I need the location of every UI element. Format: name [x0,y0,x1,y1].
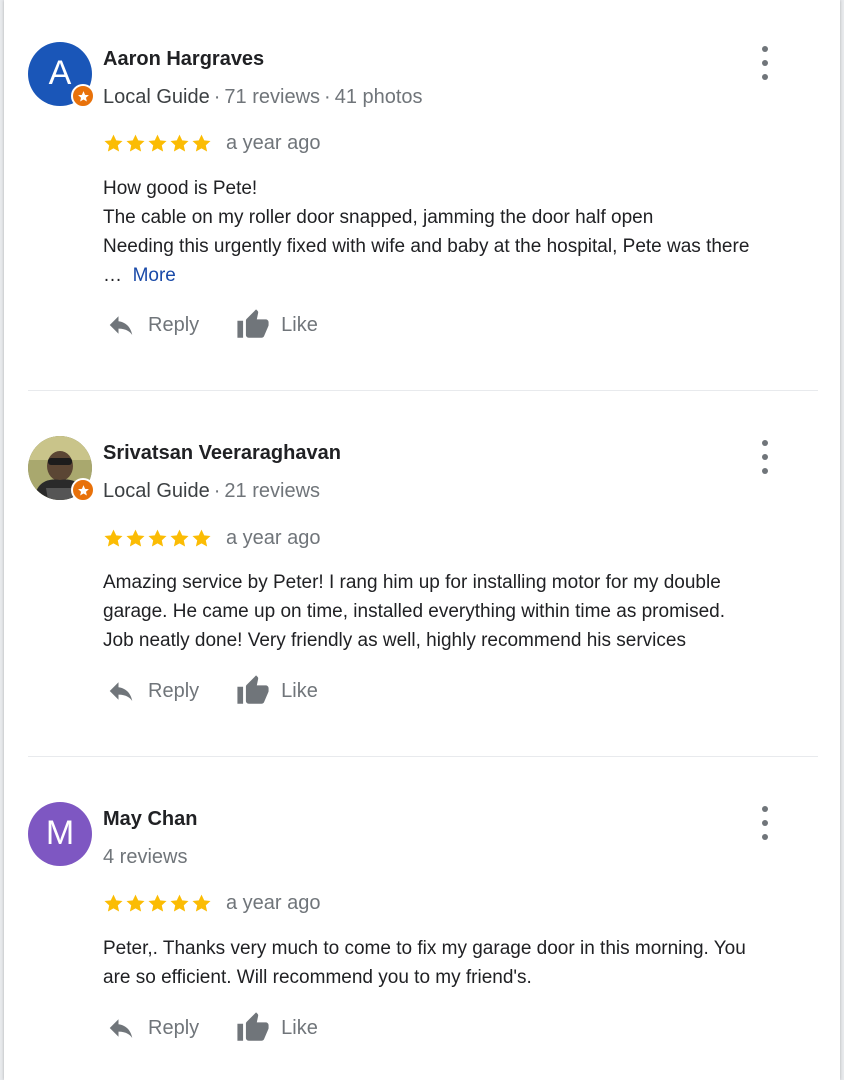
like-button[interactable]: Like [235,674,318,708]
reviews-count: 71 reviews [224,86,321,108]
reviewer-name[interactable]: Srivatsan Veeraraghavan [103,442,341,465]
reviews-panel: A Aaron Hargraves Local Guide · 71 reviews… [4,0,840,1080]
review-line: Amazing service by Peter! I rang him up … [103,572,721,593]
reply-label: Reply [148,679,200,702]
review-line: Job neatly done! Very friendly as well, … [103,630,686,651]
star-rating [103,133,212,154]
star-icon [104,894,123,912]
divider [28,756,818,757]
more-vert-icon[interactable] [754,46,776,80]
review-line: are so efficient. Will recommend you to … [103,967,532,988]
star-icon [148,134,167,152]
star-icon [170,529,189,547]
reply-button[interactable]: Reply [104,1013,199,1043]
review-line: How good is Pete! [103,178,258,199]
local-guide-badge-icon [71,84,95,108]
reviewer-name[interactable]: Aaron Hargraves [103,48,264,71]
review-line: Needing this urgently fixed with wife an… [103,236,750,257]
reply-button[interactable]: Reply [104,310,199,340]
thumb-up-icon [237,675,269,704]
reviews-count: 4 reviews [103,846,188,868]
rating-row: a year ago [103,525,321,551]
star-icon [126,134,145,152]
reviewer-meta: Local Guide · 21 reviews [103,480,321,502]
like-button[interactable]: Like [235,1011,318,1045]
star-rating [103,893,212,914]
review-time: a year ago [226,526,321,549]
star-icon [104,529,123,547]
review-text: Amazing service by Peter! I rang him up … [103,568,819,655]
reviewer-name[interactable]: May Chan [103,808,197,831]
avatar-letter: M [45,813,75,852]
star-icon [126,894,145,912]
reply-label: Reply [148,1016,200,1039]
review-line: The cable on my roller door snapped, jam… [103,207,654,228]
local-guide-label: Local Guide [103,86,210,108]
review-line: Peter,. Thanks very much to come to fix … [103,938,746,959]
star-icon [148,894,167,912]
star-icon [170,894,189,912]
review-time: a year ago [226,131,321,154]
star-icon [192,529,211,547]
like-button[interactable]: Like [235,308,318,342]
review-line: garage. He came up on time, installed ev… [103,601,726,622]
avatar[interactable] [28,436,95,502]
star-icon [192,894,211,912]
reply-button[interactable]: Reply [104,676,199,706]
ellipsis: … [103,265,122,286]
review-actions: Reply Like [104,308,318,342]
avatar-letter: A [48,53,72,92]
star-icon [192,134,211,152]
local-guide-label: Local Guide [103,480,210,502]
review-actions: Reply Like [104,674,318,708]
star-icon [170,134,189,152]
review-actions: Reply Like [104,1011,318,1045]
review-line-more: … More [103,261,819,290]
avatar[interactable]: A [28,42,95,108]
review-time: a year ago [226,891,321,914]
more-link[interactable]: More [133,265,176,286]
local-guide-badge-icon [71,478,95,502]
divider [28,390,818,391]
review-text: Peter,. Thanks very much to come to fix … [103,934,819,992]
like-label: Like [281,679,318,702]
photos-count: 41 photos [334,86,423,108]
reviewer-meta: 4 reviews [103,846,187,869]
thumb-up-icon [237,309,269,338]
rating-row: a year ago [103,890,321,916]
review-text: How good is Pete! The cable on my roller… [103,174,819,290]
reply-icon [109,682,133,701]
rating-row: a year ago [103,130,321,156]
avatar[interactable]: M [28,802,92,866]
reply-icon [109,316,133,335]
reply-label: Reply [148,313,200,336]
thumb-up-icon [237,1012,269,1041]
star-icon [148,529,167,547]
reply-icon [109,1019,133,1038]
reviewer-meta: Local Guide · 71 reviews · 41 photos [103,86,423,108]
like-label: Like [281,1016,318,1039]
more-vert-icon[interactable] [754,806,776,840]
star-rating [103,528,212,549]
more-vert-icon[interactable] [754,440,776,474]
reviews-count: 21 reviews [224,480,321,502]
star-icon [104,134,123,152]
star-icon [126,529,145,547]
like-label: Like [281,313,318,336]
